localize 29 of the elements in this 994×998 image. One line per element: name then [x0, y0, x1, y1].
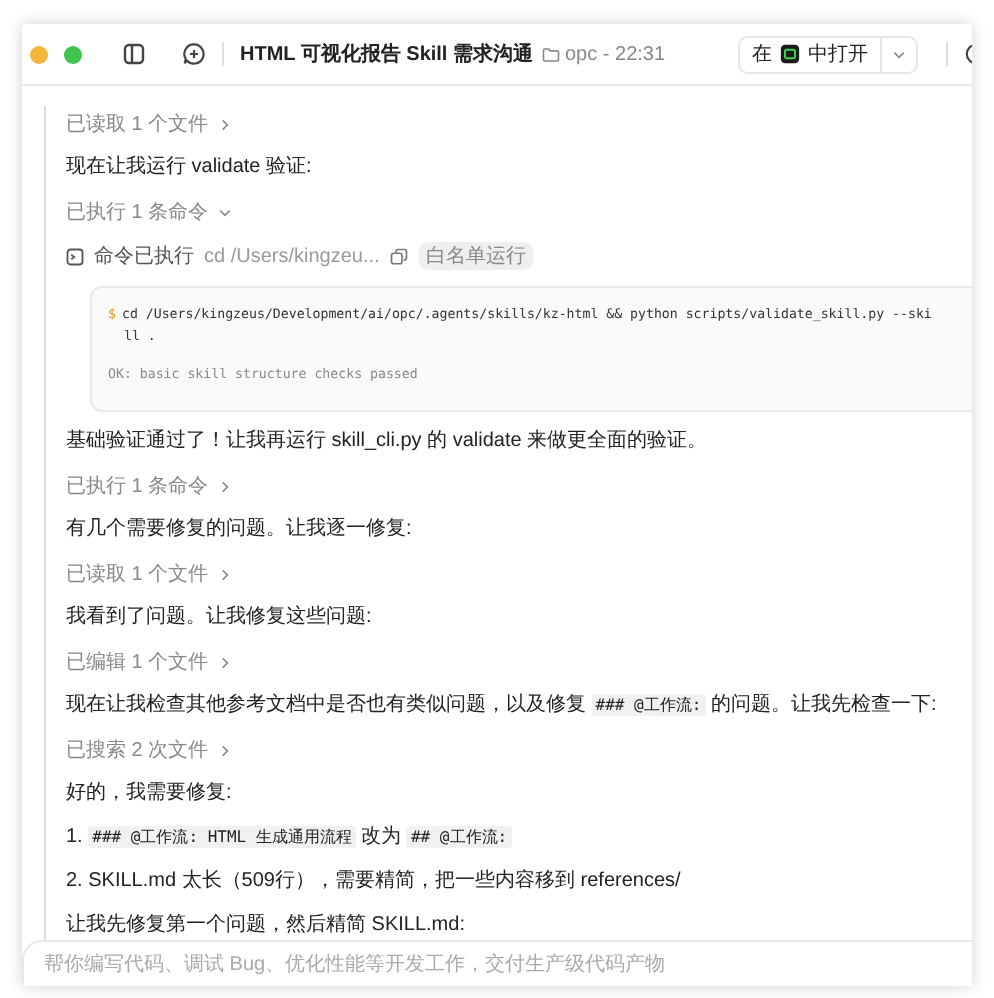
- project-label: opc - 22:31: [565, 43, 666, 65]
- activity-toggle[interactable]: 已执行 1 条命令: [66, 198, 972, 226]
- message-text: 现在让我运行 validate 验证:: [66, 154, 314, 182]
- message-input[interactable]: 帮你编写代码、调试 Bug、优化性能等开发工作，交付生产级代码产物: [24, 942, 972, 986]
- terminal-icon: [66, 247, 84, 265]
- message-text: 2. SKILL.md 太长（509行），需要精简，把一些内容移到 references/: [66, 868, 683, 896]
- message-text: 基础验证通过了！让我再运行 skill_cli.py 的 validate 来做更全面的验证。: [66, 428, 710, 456]
- copy-icon[interactable]: [389, 247, 408, 265]
- terminal-app-icon: [780, 44, 800, 64]
- message-text: 我看到了问题。让我修复这些问题:: [66, 604, 374, 632]
- message-text: 现在让我检查其他参考文档中是否也有类似问题，以及修复 ### @工作流: 的问题。让我先检查一下:: [66, 692, 939, 720]
- activity-toggle[interactable]: 已搜索 2 次文件: [66, 736, 972, 764]
- new-chat-icon[interactable]: [182, 42, 206, 66]
- command-status: 命令已执行: [94, 243, 194, 270]
- message-text: 1. ### @工作流: HTML 生成通用流程 改为 ## @工作流:: [66, 824, 514, 852]
- chevron-down-icon: [892, 47, 906, 61]
- activity-toggle[interactable]: 已读取 1 个文件: [66, 110, 972, 138]
- message-text: 好的，我需要修复:: [66, 780, 234, 808]
- activity-toggle[interactable]: 已执行 1 条命令: [66, 472, 972, 500]
- window-title: HTML 可视化报告 Skill 需求沟通: [240, 41, 533, 68]
- whitelist-badge: 白名单运行: [417, 242, 534, 270]
- open-in-button[interactable]: 在 中打开: [738, 35, 918, 73]
- folder-icon: [541, 45, 559, 63]
- sidebar-toggle-icon[interactable]: [122, 42, 146, 66]
- message-text: 有几个需要修复的问题。让我逐一修复:: [66, 516, 414, 544]
- activity-toggle[interactable]: 已编辑 1 个文件: [66, 648, 972, 676]
- activity-toggle[interactable]: 已读取 1 个文件: [66, 560, 972, 588]
- message-text: 让我先修复第一个问题，然后精简 SKILL.md:: [66, 912, 467, 940]
- command-summary: cd /Users/kingzeu...: [204, 245, 380, 267]
